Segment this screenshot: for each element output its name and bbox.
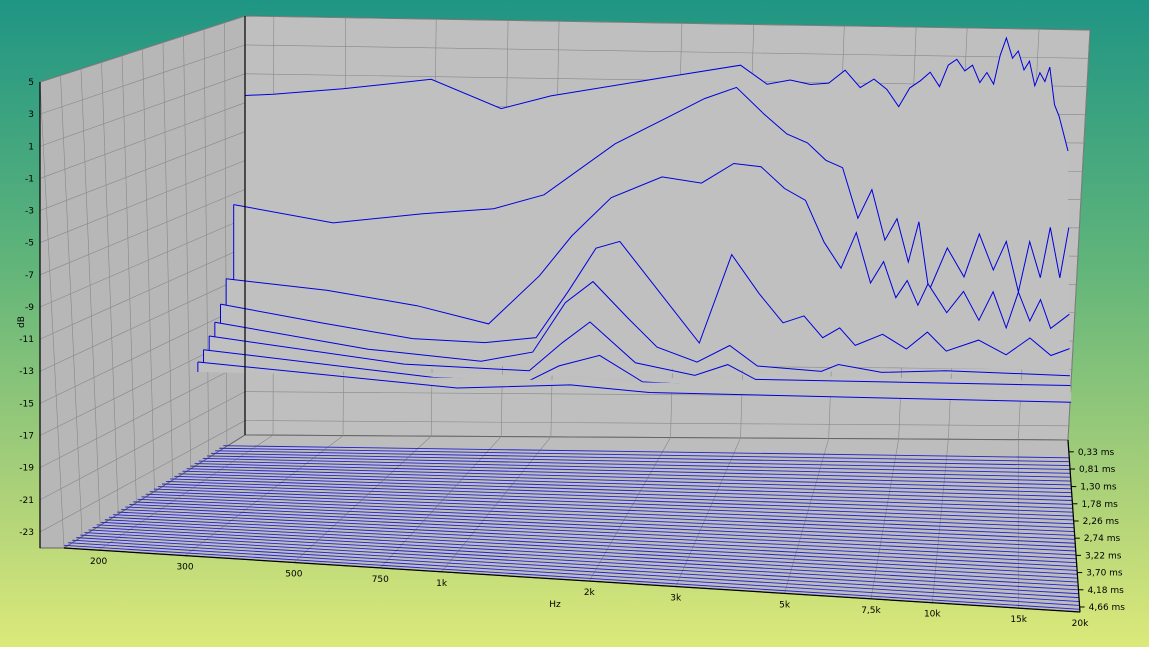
x-tick-label: 15k [1010, 615, 1027, 625]
z-tick-label: 0,33 ms [1078, 448, 1115, 458]
y-tick-label: -5 [25, 239, 34, 249]
x-tick-label: 20k [1072, 619, 1089, 629]
y-axis-title: dB [17, 316, 27, 328]
waterfall-plot: Hz dB 5 3 1 -1 -3 -5 -7 -9 -11 -13 -15 -17 -19 -21 -23… [17, 15, 1126, 629]
z-tick-label: 4,66 ms [1089, 603, 1126, 613]
y-tick-label: -7 [25, 271, 34, 281]
x-tick-label: 3k [670, 594, 682, 604]
y-tick-label: -15 [19, 399, 34, 409]
y-tick-label: -21 [19, 496, 34, 506]
x-tick-label: 750 [372, 575, 389, 585]
z-tick-label: 3,70 ms [1086, 569, 1123, 579]
y-tick-label: -9 [25, 303, 34, 313]
z-tick-label: 1,30 ms [1080, 483, 1117, 493]
z-tick-label: 0,81 ms [1079, 465, 1116, 475]
z-tick-label: 4,18 ms [1087, 586, 1124, 596]
z-tick-label: 2,26 ms [1083, 517, 1120, 527]
x-tick-label: 500 [285, 569, 302, 579]
x-tick-label: 7,5k [861, 606, 881, 616]
waterfall-chart: Hz dB 5 3 1 -1 -3 -5 -7 -9 -11 -13 -15 -17 -19 -21 -23… [0, 0, 1149, 647]
y-tick-label: -19 [19, 464, 34, 474]
z-tick-label: 3,22 ms [1085, 551, 1122, 561]
x-tick-label: 200 [90, 557, 107, 567]
y-tick-label: -17 [19, 432, 34, 442]
z-tick-label: 1,78 ms [1081, 500, 1118, 510]
y-tick-label: 3 [28, 110, 34, 120]
x-tick-label: 5k [779, 600, 791, 610]
x-tick-label: 2k [584, 588, 596, 598]
y-tick-label: 5 [28, 78, 34, 88]
x-axis-title: Hz [549, 600, 561, 610]
y-tick-label: -1 [25, 174, 34, 184]
y-tick-label: -23 [19, 528, 34, 538]
y-tick-label: -13 [19, 367, 34, 377]
x-tick-label: 1k [436, 579, 448, 589]
x-tick-label: 300 [176, 563, 193, 573]
spectral-slices [197, 36, 1072, 403]
y-tick-label: -11 [19, 335, 34, 345]
z-tick-label: 2,74 ms [1084, 534, 1121, 544]
x-tick-label: 10k [924, 610, 941, 620]
y-tick-label: -3 [25, 207, 34, 217]
y-tick-label: 1 [28, 142, 34, 152]
